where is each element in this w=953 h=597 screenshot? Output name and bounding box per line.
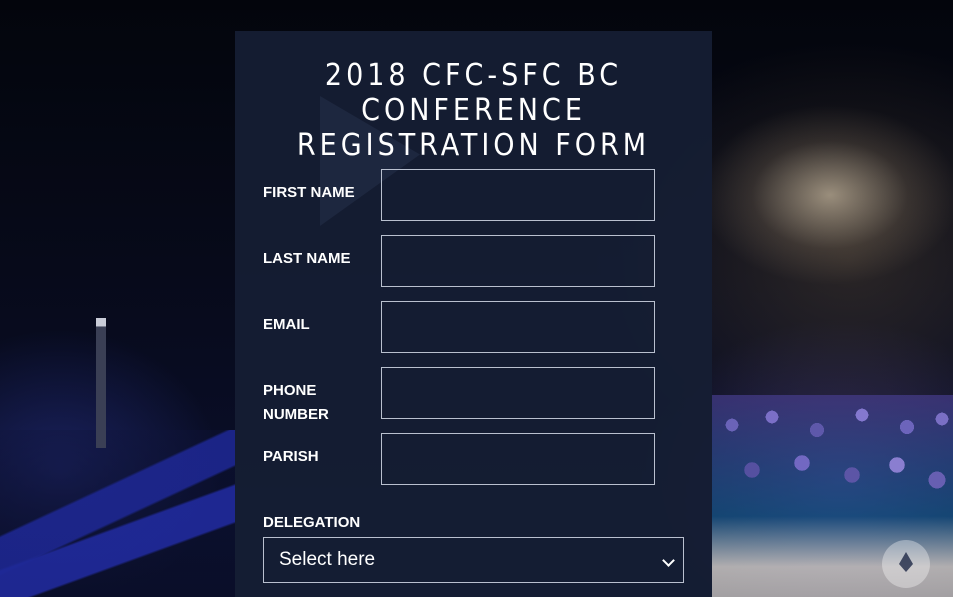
phone-number-input[interactable] — [381, 367, 655, 419]
form-title-line-3: REGISTRATION FORM — [296, 128, 651, 163]
chevron-down-icon — [662, 554, 675, 567]
last-name-input[interactable] — [381, 235, 655, 287]
phone-number-label: PHONE NUMBER — [263, 382, 329, 423]
email-input[interactable] — [381, 301, 655, 353]
parish-label: PARISH — [263, 448, 319, 465]
first-name-input[interactable] — [381, 169, 655, 221]
form-title-line-2: CONFERENCE — [361, 93, 586, 128]
stage-lights — [0, 430, 235, 597]
form-title-line-1: 2018 CFC-SFC BC — [324, 58, 623, 93]
logo-badge-icon — [882, 540, 930, 588]
delegation-select[interactable]: Select here — [263, 537, 684, 583]
first-name-label: FIRST NAME — [263, 184, 355, 201]
delegation-label: DELEGATION — [263, 514, 361, 531]
registration-form-card: 2018 CFC-SFC BC CONFERENCE REGISTRATION … — [235, 31, 712, 597]
stage-pole — [96, 318, 106, 448]
delegation-select-value: Select here — [279, 549, 376, 570]
form-title: 2018 CFC-SFC BC CONFERENCE REGISTRATION … — [235, 58, 712, 163]
last-name-label: LAST NAME — [263, 250, 351, 267]
parish-input[interactable] — [381, 433, 655, 485]
email-label: EMAIL — [263, 316, 310, 333]
logo-badge-mark — [899, 552, 913, 572]
